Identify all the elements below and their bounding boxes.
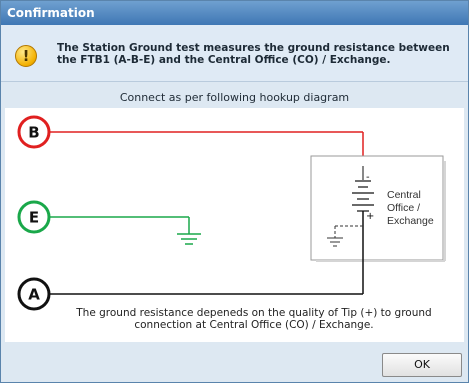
- central-office-box: [310, 155, 444, 261]
- terminal-b: B: [17, 115, 51, 149]
- co-label-line3: Exchange: [387, 215, 434, 227]
- dialog-title: Confirmation: [1, 1, 468, 25]
- terminal-b-label: B: [28, 124, 39, 142]
- confirmation-message: The Station Ground test measures the gro…: [57, 42, 450, 66]
- co-label-line2: Office /: [387, 202, 420, 214]
- battery-minus-label: -: [366, 172, 370, 183]
- terminal-e: E: [17, 200, 51, 234]
- terminal-a-label: A: [28, 286, 40, 304]
- warning-icon: !: [15, 45, 37, 67]
- diagram-note: The ground resistance depeneds on the qu…: [76, 307, 432, 331]
- hookup-diagram: - + Central Office / Exchange B E A The …: [5, 108, 464, 342]
- confirmation-dialog: Confirmation ! The Station Ground test m…: [0, 0, 469, 383]
- co-label-line1: Central: [387, 189, 421, 201]
- terminal-e-label: E: [29, 209, 39, 227]
- info-panel: ! The Station Ground test measures the g…: [1, 25, 468, 82]
- hookup-instruction: Connect as per following hookup diagram: [119, 91, 350, 104]
- terminal-a: A: [17, 277, 51, 311]
- battery-plus-label: +: [366, 211, 374, 222]
- ok-button[interactable]: OK: [382, 353, 462, 377]
- ground-symbol-icon: [177, 217, 201, 245]
